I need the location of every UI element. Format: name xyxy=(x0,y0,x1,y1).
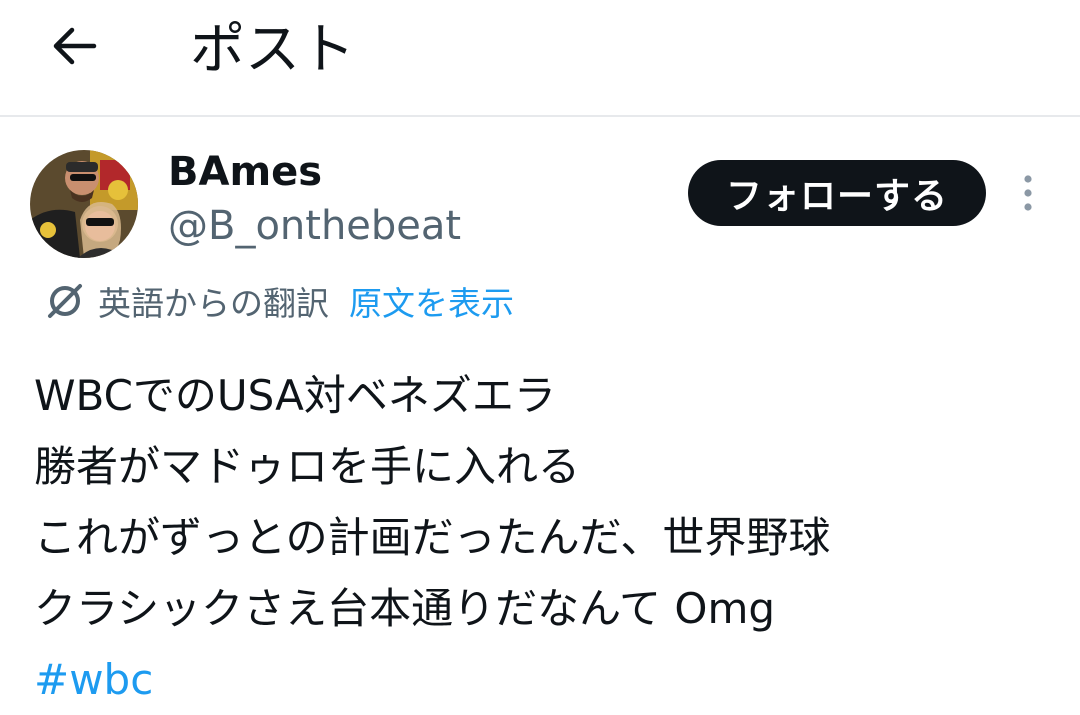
arrow-left-icon xyxy=(53,27,97,65)
page-title: ポスト xyxy=(190,17,356,81)
more-options-button[interactable] xyxy=(1008,170,1048,216)
top-bar: ポスト xyxy=(0,0,1080,117)
back-button[interactable] xyxy=(44,20,104,72)
author-display-name[interactable]: BAmes xyxy=(168,148,322,196)
more-vertical-icon xyxy=(1024,175,1032,211)
show-original-link[interactable]: 原文を表示 xyxy=(349,277,514,325)
translate-icon xyxy=(48,284,82,318)
avatar[interactable] xyxy=(30,150,138,258)
avatar-photo xyxy=(30,150,138,258)
hashtag-link[interactable]: #wbc xyxy=(34,644,1074,715)
author-handle[interactable]: @B_onthebeat xyxy=(168,202,461,250)
tweet-line: これがずっとの計画だったんだ、世界野球 xyxy=(34,513,831,562)
tweet-line: クラシックさえ台本通りだなんて Omg xyxy=(34,584,776,633)
follow-button[interactable]: フォローする xyxy=(688,160,986,226)
tweet-line: 勝者がマドゥロを手に入れる xyxy=(34,442,581,491)
tweet-text: WBCでのUSA対ベネズエラ 勝者がマドゥロを手に入れる これがずっとの計画だっ… xyxy=(34,360,1074,715)
tweet-line: WBCでのUSA対ベネズエラ xyxy=(34,371,556,420)
translation-label: 英語からの翻訳 xyxy=(98,284,329,323)
translation-row: 英語からの翻訳 原文を表示 xyxy=(44,276,514,326)
